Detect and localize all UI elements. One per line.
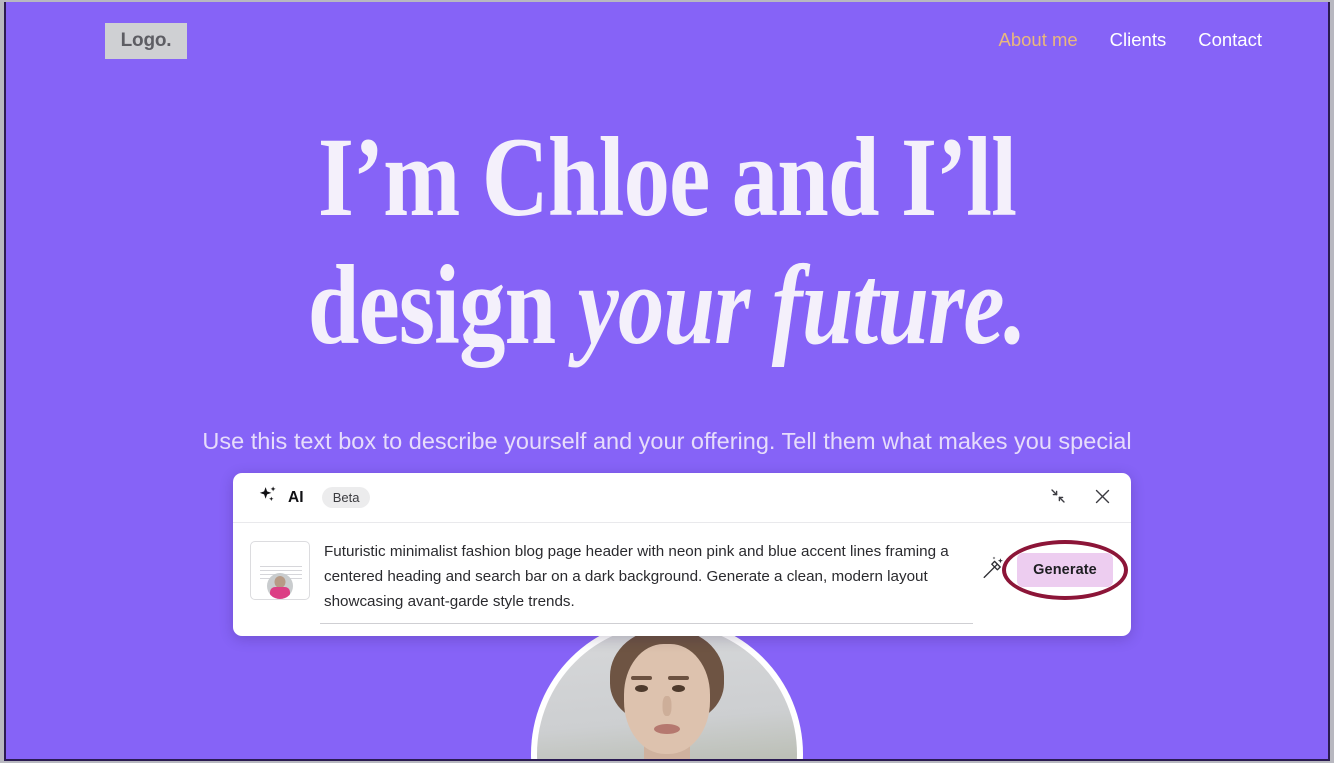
mouth <box>654 724 680 734</box>
hero-headline-line-1: I’m Chloe and I’ll <box>317 115 1017 240</box>
magic-wand-icon[interactable] <box>981 555 1007 586</box>
close-x-icon <box>1093 487 1112 509</box>
logo-placeholder[interactable]: Logo. <box>105 23 187 59</box>
thumbnail-avatar <box>267 573 293 599</box>
prompt-input-field[interactable]: Futuristic minimalist fashion blog page … <box>320 539 973 624</box>
portrait-frame <box>531 618 803 759</box>
nav-link-about-me[interactable]: About me <box>998 29 1077 51</box>
website-canvas: Logo. About me Clients Contact I’m Chloe… <box>4 2 1330 761</box>
nose <box>662 696 672 716</box>
ai-panel-title: AI <box>288 488 304 506</box>
eyebrow-right <box>668 676 689 680</box>
sparkle-icon <box>257 484 279 511</box>
ai-panel-header-actions <box>1043 483 1117 513</box>
generate-button-wrapper: Generate <box>1002 540 1128 600</box>
prompt-input-text[interactable]: Futuristic minimalist fashion blog page … <box>320 539 973 614</box>
hero-headline-regular: design <box>307 243 578 368</box>
ai-panel-header: AI Beta <box>233 473 1131 523</box>
nav-link-clients[interactable]: Clients <box>1110 29 1167 51</box>
page-preview-thumbnail[interactable] <box>250 541 310 600</box>
generate-controls: Generate <box>981 540 1128 600</box>
main-navigation: About me Clients Contact <box>998 29 1262 51</box>
site-header: Logo. About me Clients Contact <box>6 2 1328 80</box>
ai-panel-body: Futuristic minimalist fashion blog page … <box>233 523 1131 624</box>
beta-badge: Beta <box>321 487 371 508</box>
thumbnail-avatar-body <box>270 587 290 599</box>
hero-section: I’m Chloe and I’ll design your future. <box>6 114 1328 370</box>
eye-right <box>672 685 685 692</box>
ai-generation-panel: AI Beta Futuristic minimalist fashion bl… <box>233 473 1131 636</box>
generate-button[interactable]: Generate <box>1017 553 1113 587</box>
screenshot-viewport: Logo. About me Clients Contact I’m Chloe… <box>0 0 1334 763</box>
hero-headline-line-2: design your future. <box>125 242 1209 370</box>
hero-headline-italic: your future. <box>577 243 1027 368</box>
logo-text: Logo. <box>120 30 172 51</box>
collapse-button[interactable] <box>1043 483 1073 513</box>
collapse-diagonal-arrows-icon <box>1049 487 1067 508</box>
eye-left <box>635 685 648 692</box>
nav-link-contact[interactable]: Contact <box>1198 29 1262 51</box>
portrait-image <box>537 624 797 759</box>
eyebrow-left <box>631 676 652 680</box>
ai-brand: AI Beta <box>257 484 371 511</box>
close-button[interactable] <box>1087 483 1117 513</box>
hero-subtitle-line-1: Use this text box to describe yourself a… <box>202 428 932 454</box>
